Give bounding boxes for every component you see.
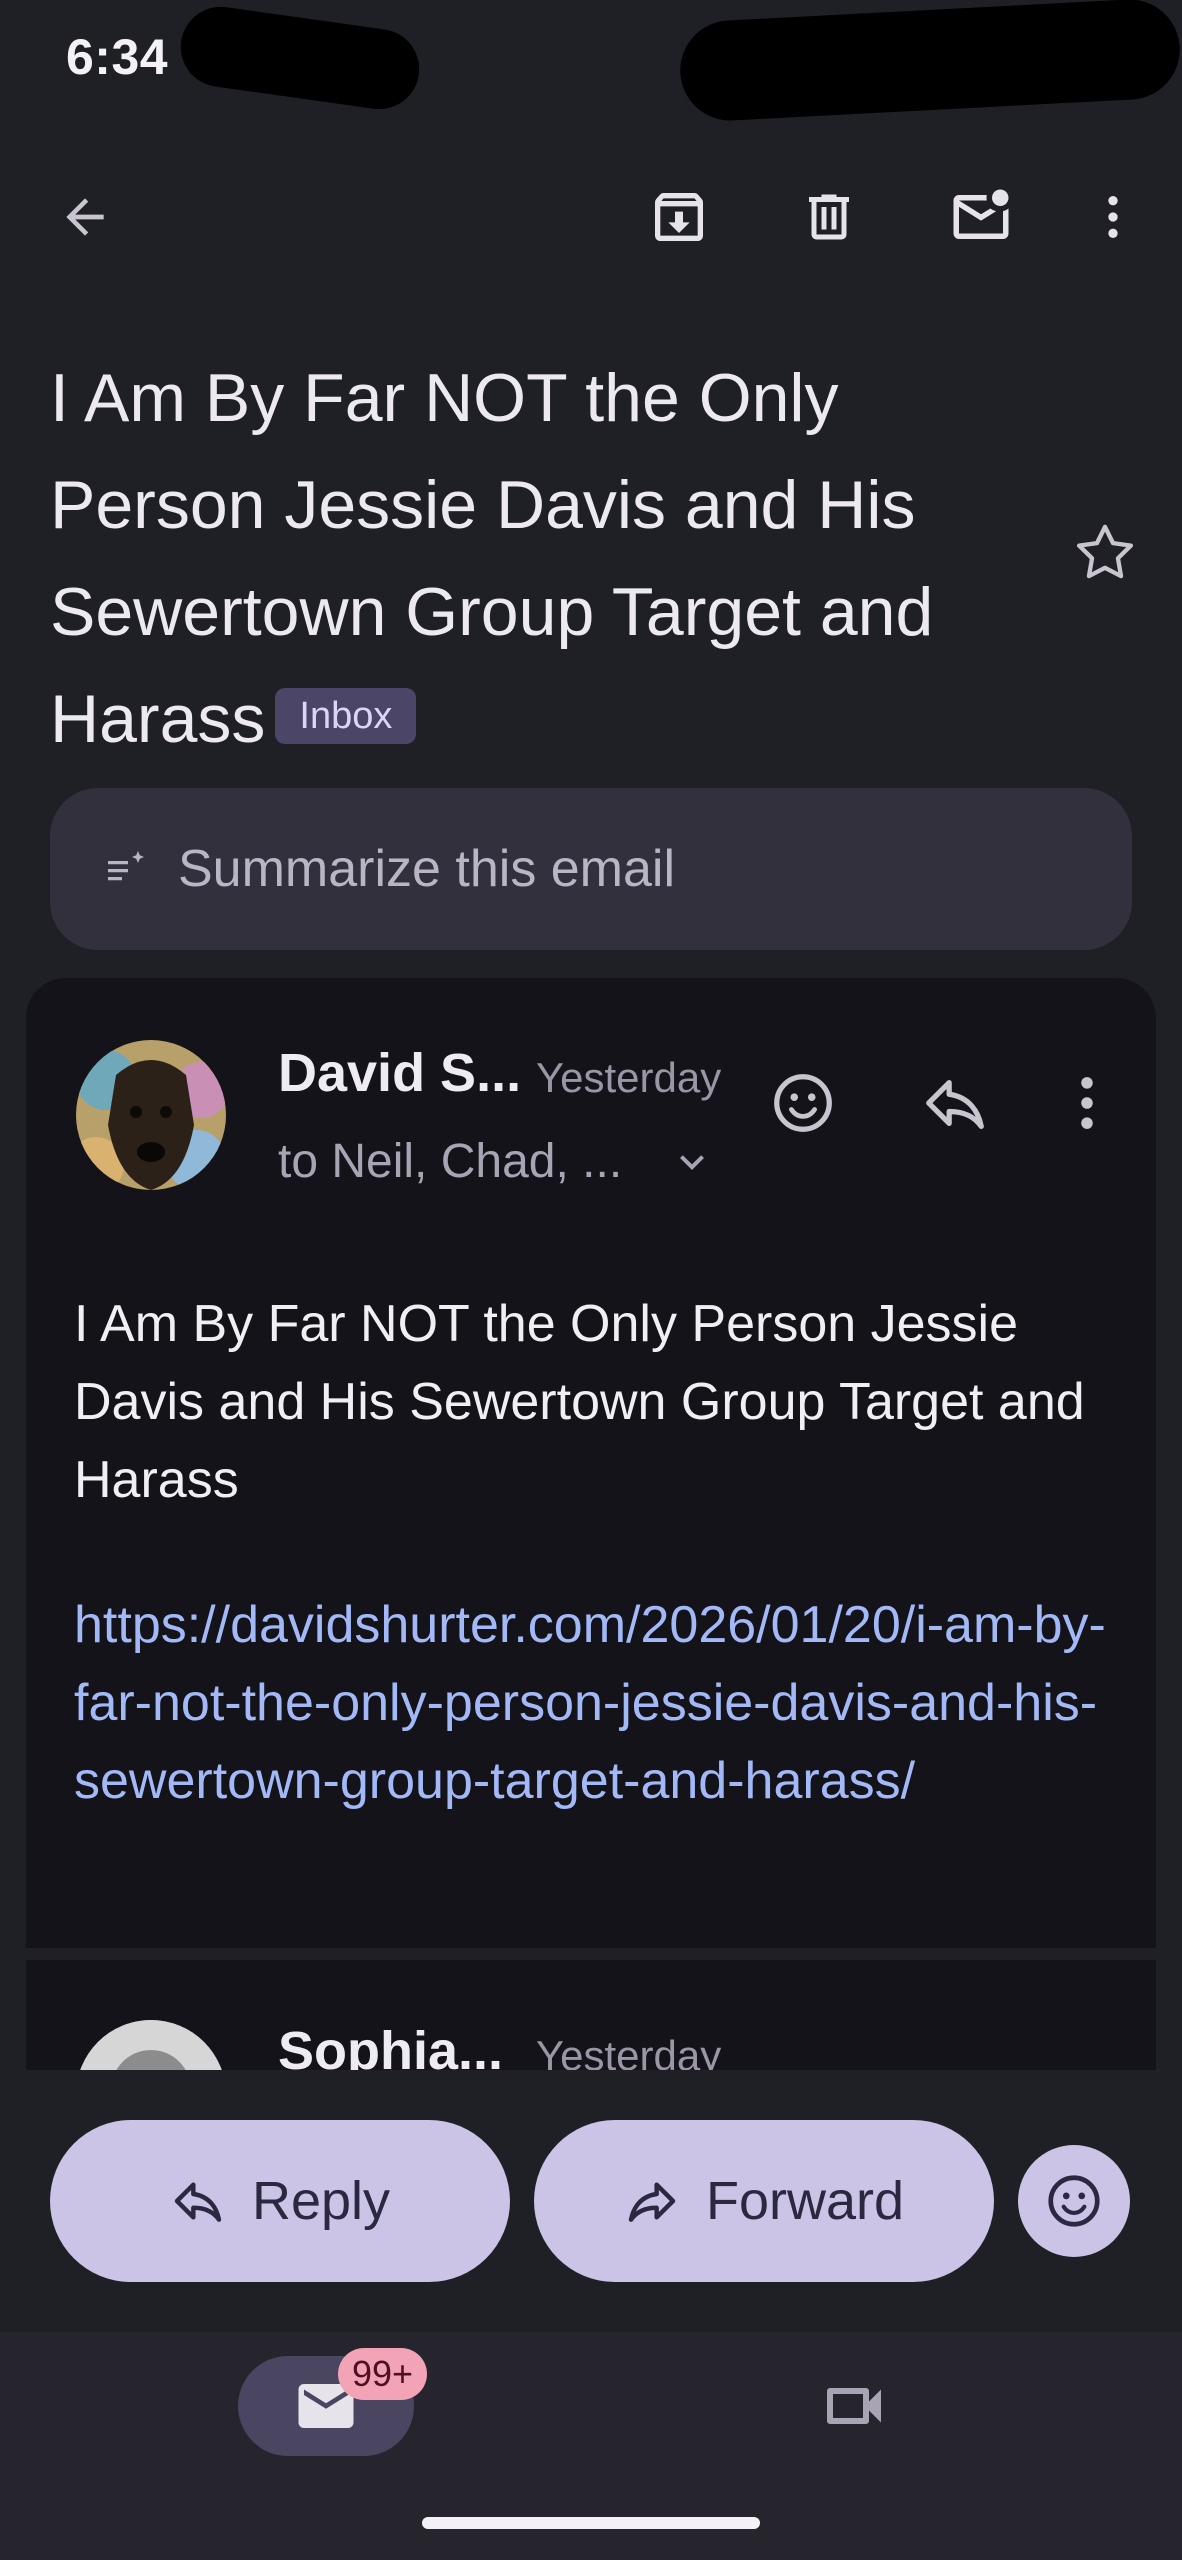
summarize-icon <box>102 845 150 893</box>
star-icon[interactable] <box>1068 516 1142 590</box>
sender-name[interactable]: David S... <box>278 1042 521 1104</box>
add-reaction-icon[interactable] <box>768 1068 838 1138</box>
reply-button[interactable]: Reply <box>50 2120 510 2282</box>
message-date: Yesterday <box>536 1054 722 1101</box>
reply-arrow-icon <box>174 2182 222 2222</box>
mark-unread-icon[interactable] <box>936 172 1026 262</box>
add-reaction-button[interactable] <box>1018 2145 1130 2257</box>
back-arrow-icon[interactable] <box>40 172 130 262</box>
email-subject: I Am By Far NOT the Only Person Jessie D… <box>50 345 1040 773</box>
reply-label: Reply <box>251 2171 391 2231</box>
status-time: 6:34 <box>66 29 169 85</box>
message-date: Yesterday <box>536 2032 722 2070</box>
article-link[interactable]: https://davidshurter.com/2026/01/20/i-am… <box>74 1586 1114 1820</box>
more-vert-icon[interactable] <box>1068 172 1158 262</box>
emoji-icon <box>1048 2175 1100 2227</box>
inbox-label-badge[interactable]: Inbox <box>275 688 417 745</box>
message-body: I Am By Far NOT the Only Person Jessie D… <box>74 1295 1085 1509</box>
redaction-scribble <box>677 0 1182 124</box>
message-card-collapsed[interactable]: Sophia... Yesterday <box>26 1960 1156 2070</box>
chevron-down-icon[interactable] <box>668 1138 716 1186</box>
summarize-label: Summarize this email <box>178 840 676 898</box>
archive-icon[interactable] <box>634 172 724 262</box>
forward-arrow-icon <box>628 2182 676 2222</box>
nav-meet-tab[interactable] <box>818 2370 890 2442</box>
message-more-icon[interactable] <box>1064 1068 1110 1138</box>
subject-text: I Am By Far NOT the Only Person Jessie D… <box>50 360 934 757</box>
home-indicator[interactable] <box>422 2517 760 2529</box>
unread-count-badge: 99+ <box>338 2348 428 2400</box>
sender-avatar[interactable] <box>76 2020 226 2070</box>
forward-label: Forward <box>705 2171 905 2231</box>
sender-name[interactable]: Sophia... <box>278 2020 503 2070</box>
sender-avatar[interactable] <box>76 1040 226 1190</box>
summarize-email-button[interactable]: Summarize this email <box>50 788 1132 950</box>
forward-button[interactable]: Forward <box>534 2120 994 2282</box>
trash-icon[interactable] <box>784 172 874 262</box>
recipients-summary[interactable]: to Neil, Chad, ... <box>278 1134 622 1189</box>
video-camera-icon <box>827 2388 881 2424</box>
reply-icon[interactable] <box>920 1068 990 1138</box>
redaction-scribble <box>175 1 425 115</box>
